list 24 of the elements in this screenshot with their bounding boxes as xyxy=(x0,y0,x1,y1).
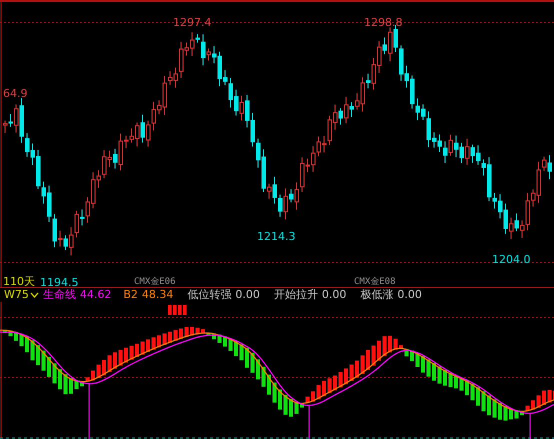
indicator-line-label: 低位转强 xyxy=(187,288,232,302)
indicator-name[interactable]: W75 xyxy=(4,288,29,302)
price-label: 1298.8 xyxy=(364,16,402,29)
price-label: 1204.0 xyxy=(492,253,530,266)
indicator-line-label: 极低涨 xyxy=(360,288,394,302)
signal-bars-drawing xyxy=(168,305,186,315)
price-label: 64.9 xyxy=(3,87,28,100)
caret-icon[interactable] xyxy=(30,292,39,298)
marker-line xyxy=(88,383,90,439)
indicator-line-value: 0.00 xyxy=(322,288,346,302)
price-label: 1214.3 xyxy=(257,230,296,243)
indicator-line-label: 开始拉升 xyxy=(274,288,318,302)
indicator-line-value: 44.62 xyxy=(80,288,112,302)
indicator-line-value: 0.00 xyxy=(397,288,422,302)
indicator-line-label: 生命线 xyxy=(42,288,76,302)
price-label: 1194.5 xyxy=(40,276,78,288)
price-label: 1297.4 xyxy=(173,16,212,29)
contract-mark: CMX金E08 xyxy=(354,277,396,287)
period-label: 110天 xyxy=(3,275,35,288)
marker-line xyxy=(308,404,310,439)
contract-mark: CMX金E06 xyxy=(134,277,176,287)
indicator-line-value: 0.00 xyxy=(235,288,260,302)
indicator-line-value: 48.34 xyxy=(142,288,174,302)
indicator-line-label: B2 xyxy=(123,288,138,302)
